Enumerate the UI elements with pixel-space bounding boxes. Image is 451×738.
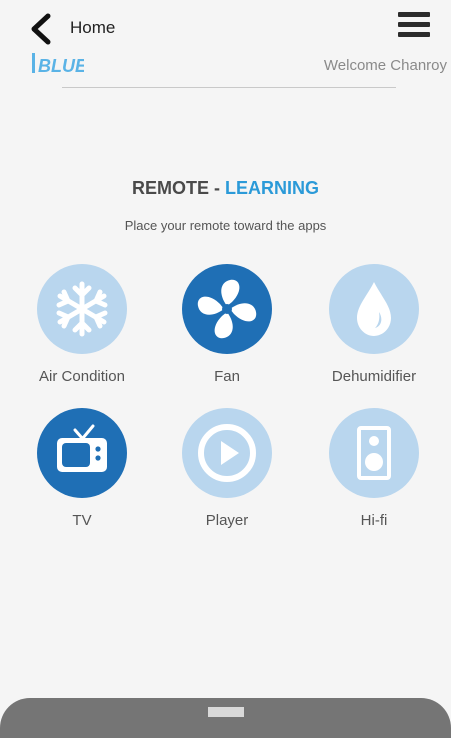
app-circle xyxy=(37,408,127,498)
fan-icon xyxy=(197,279,257,339)
app-label: Player xyxy=(205,512,249,529)
app-label: Dehumidifier xyxy=(331,368,417,385)
title-accent: LEARNING xyxy=(225,178,319,198)
header: Home BLUE Welcome Chanroy xyxy=(0,0,451,90)
play-icon xyxy=(198,424,256,482)
app-circle xyxy=(329,408,419,498)
title-prefix: REMOTE - xyxy=(132,178,225,198)
app-player[interactable]: Player xyxy=(167,408,287,529)
app-label: Air Condition xyxy=(39,368,125,385)
app-dehumidifier[interactable]: Dehumidifier xyxy=(314,264,434,385)
bottom-sheet-bar[interactable] xyxy=(0,698,451,738)
app-circle xyxy=(182,264,272,354)
app-label: TV xyxy=(72,512,92,529)
app-circle xyxy=(37,264,127,354)
app-circle xyxy=(182,408,272,498)
page-subtitle: Place your remote toward the apps xyxy=(124,218,327,233)
app-label: Fan xyxy=(214,368,240,385)
bottom-sheet-handle[interactable] xyxy=(208,707,244,717)
water-drop-icon xyxy=(357,282,391,336)
welcome-text: Welcome Chanroy xyxy=(323,57,447,74)
app-hifi[interactable]: Hi-fi xyxy=(314,408,434,529)
back-button[interactable] xyxy=(26,12,58,46)
logo-text: BLUE xyxy=(38,56,84,76)
speaker-icon xyxy=(357,426,391,480)
snowflake-icon xyxy=(56,281,108,337)
app-tv[interactable]: TV xyxy=(22,408,142,529)
app-air-condition[interactable]: Air Condition xyxy=(22,264,142,385)
app-label: Hi-fi xyxy=(360,512,388,529)
app-circle xyxy=(329,264,419,354)
hamburger-menu-icon[interactable] xyxy=(398,12,430,42)
home-label[interactable]: Home xyxy=(70,18,115,38)
smart-blue-logo: BLUE xyxy=(30,50,88,76)
app-fan[interactable]: Fan xyxy=(167,264,287,385)
chevron-left-icon xyxy=(31,13,51,45)
page-title: REMOTE - LEARNING xyxy=(0,178,451,199)
tv-icon xyxy=(57,424,107,472)
header-divider xyxy=(62,87,396,88)
